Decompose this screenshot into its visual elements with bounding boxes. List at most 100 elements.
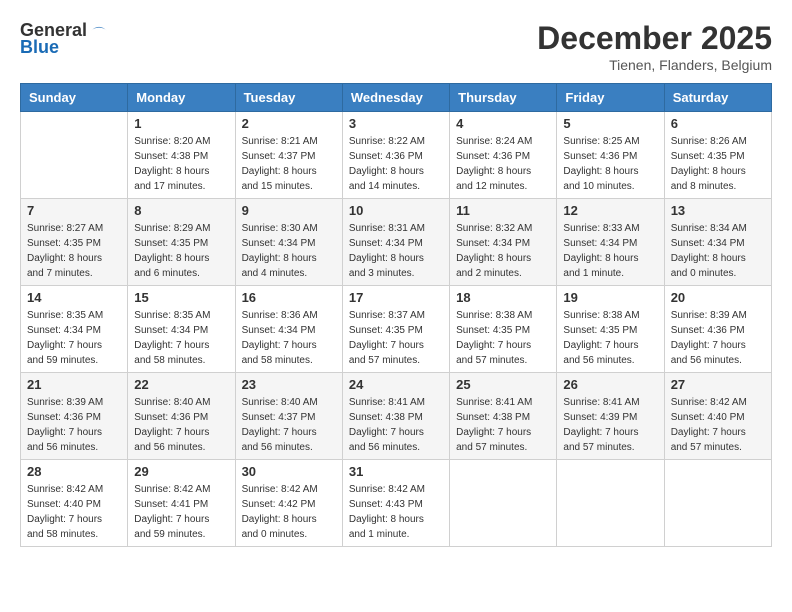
day-info: Sunrise: 8:27 AM Sunset: 4:35 PM Dayligh… bbox=[27, 221, 121, 281]
daylight-text: Daylight: 8 hours and 1 minute. bbox=[563, 253, 638, 279]
sunrise-text: Sunrise: 8:35 AM bbox=[134, 310, 210, 321]
sunrise-text: Sunrise: 8:30 AM bbox=[242, 223, 318, 234]
day-number: 22 bbox=[134, 377, 228, 392]
daylight-text: Daylight: 7 hours and 56 minutes. bbox=[563, 340, 638, 366]
calendar-week-5: 28 Sunrise: 8:42 AM Sunset: 4:40 PM Dayl… bbox=[21, 460, 772, 547]
day-number: 19 bbox=[563, 290, 657, 305]
sunrise-text: Sunrise: 8:39 AM bbox=[671, 310, 747, 321]
day-info: Sunrise: 8:35 AM Sunset: 4:34 PM Dayligh… bbox=[27, 308, 121, 368]
day-info: Sunrise: 8:34 AM Sunset: 4:34 PM Dayligh… bbox=[671, 221, 765, 281]
daylight-text: Daylight: 8 hours and 0 minutes. bbox=[242, 514, 317, 540]
sunset-text: Sunset: 4:36 PM bbox=[349, 151, 423, 162]
day-number: 16 bbox=[242, 290, 336, 305]
day-info: Sunrise: 8:21 AM Sunset: 4:37 PM Dayligh… bbox=[242, 134, 336, 194]
daylight-text: Daylight: 7 hours and 59 minutes. bbox=[134, 514, 209, 540]
day-number: 29 bbox=[134, 464, 228, 479]
sunrise-text: Sunrise: 8:41 AM bbox=[563, 397, 639, 408]
sunset-text: Sunset: 4:40 PM bbox=[671, 412, 745, 423]
day-number: 7 bbox=[27, 203, 121, 218]
sunrise-text: Sunrise: 8:35 AM bbox=[27, 310, 103, 321]
calendar-cell: 28 Sunrise: 8:42 AM Sunset: 4:40 PM Dayl… bbox=[21, 460, 128, 547]
sunrise-text: Sunrise: 8:42 AM bbox=[671, 397, 747, 408]
day-number: 18 bbox=[456, 290, 550, 305]
day-number: 2 bbox=[242, 116, 336, 131]
calendar-cell: 5 Sunrise: 8:25 AM Sunset: 4:36 PM Dayli… bbox=[557, 112, 664, 199]
calendar-week-2: 7 Sunrise: 8:27 AM Sunset: 4:35 PM Dayli… bbox=[21, 199, 772, 286]
sunrise-text: Sunrise: 8:21 AM bbox=[242, 136, 318, 147]
day-info: Sunrise: 8:30 AM Sunset: 4:34 PM Dayligh… bbox=[242, 221, 336, 281]
calendar-cell bbox=[450, 460, 557, 547]
sunset-text: Sunset: 4:34 PM bbox=[242, 238, 316, 249]
calendar-cell: 24 Sunrise: 8:41 AM Sunset: 4:38 PM Dayl… bbox=[342, 373, 449, 460]
page-header: General Blue December 2025 Tienen, Fland… bbox=[20, 20, 772, 73]
sunrise-text: Sunrise: 8:42 AM bbox=[134, 484, 210, 495]
day-number: 31 bbox=[349, 464, 443, 479]
col-monday: Monday bbox=[128, 84, 235, 112]
sunrise-text: Sunrise: 8:31 AM bbox=[349, 223, 425, 234]
daylight-text: Daylight: 7 hours and 56 minutes. bbox=[27, 427, 102, 453]
daylight-text: Daylight: 7 hours and 57 minutes. bbox=[349, 340, 424, 366]
calendar-cell bbox=[557, 460, 664, 547]
sunset-text: Sunset: 4:34 PM bbox=[27, 325, 101, 336]
sunset-text: Sunset: 4:38 PM bbox=[456, 412, 530, 423]
sunrise-text: Sunrise: 8:40 AM bbox=[242, 397, 318, 408]
calendar-cell: 26 Sunrise: 8:41 AM Sunset: 4:39 PM Dayl… bbox=[557, 373, 664, 460]
day-info: Sunrise: 8:39 AM Sunset: 4:36 PM Dayligh… bbox=[27, 395, 121, 455]
day-number: 23 bbox=[242, 377, 336, 392]
daylight-text: Daylight: 8 hours and 6 minutes. bbox=[134, 253, 209, 279]
daylight-text: Daylight: 7 hours and 56 minutes. bbox=[349, 427, 424, 453]
sunset-text: Sunset: 4:36 PM bbox=[134, 412, 208, 423]
day-info: Sunrise: 8:41 AM Sunset: 4:39 PM Dayligh… bbox=[563, 395, 657, 455]
calendar-cell bbox=[21, 112, 128, 199]
day-info: Sunrise: 8:39 AM Sunset: 4:36 PM Dayligh… bbox=[671, 308, 765, 368]
sunrise-text: Sunrise: 8:40 AM bbox=[134, 397, 210, 408]
sunset-text: Sunset: 4:40 PM bbox=[27, 499, 101, 510]
sunset-text: Sunset: 4:38 PM bbox=[134, 151, 208, 162]
sunrise-text: Sunrise: 8:25 AM bbox=[563, 136, 639, 147]
sunset-text: Sunset: 4:38 PM bbox=[349, 412, 423, 423]
daylight-text: Daylight: 7 hours and 57 minutes. bbox=[563, 427, 638, 453]
sunset-text: Sunset: 4:35 PM bbox=[671, 151, 745, 162]
day-info: Sunrise: 8:38 AM Sunset: 4:35 PM Dayligh… bbox=[456, 308, 550, 368]
day-info: Sunrise: 8:40 AM Sunset: 4:37 PM Dayligh… bbox=[242, 395, 336, 455]
sunrise-text: Sunrise: 8:42 AM bbox=[27, 484, 103, 495]
col-thursday: Thursday bbox=[450, 84, 557, 112]
day-info: Sunrise: 8:42 AM Sunset: 4:40 PM Dayligh… bbox=[27, 482, 121, 542]
sunset-text: Sunset: 4:34 PM bbox=[242, 325, 316, 336]
daylight-text: Daylight: 7 hours and 58 minutes. bbox=[242, 340, 317, 366]
daylight-text: Daylight: 7 hours and 57 minutes. bbox=[456, 427, 531, 453]
sunrise-text: Sunrise: 8:27 AM bbox=[27, 223, 103, 234]
day-info: Sunrise: 8:41 AM Sunset: 4:38 PM Dayligh… bbox=[456, 395, 550, 455]
calendar-cell: 31 Sunrise: 8:42 AM Sunset: 4:43 PM Dayl… bbox=[342, 460, 449, 547]
daylight-text: Daylight: 8 hours and 1 minute. bbox=[349, 514, 424, 540]
sunset-text: Sunset: 4:39 PM bbox=[563, 412, 637, 423]
day-info: Sunrise: 8:33 AM Sunset: 4:34 PM Dayligh… bbox=[563, 221, 657, 281]
day-number: 21 bbox=[27, 377, 121, 392]
daylight-text: Daylight: 8 hours and 0 minutes. bbox=[671, 253, 746, 279]
daylight-text: Daylight: 8 hours and 4 minutes. bbox=[242, 253, 317, 279]
daylight-text: Daylight: 8 hours and 3 minutes. bbox=[349, 253, 424, 279]
sunrise-text: Sunrise: 8:34 AM bbox=[671, 223, 747, 234]
sunset-text: Sunset: 4:37 PM bbox=[242, 412, 316, 423]
day-number: 20 bbox=[671, 290, 765, 305]
sunset-text: Sunset: 4:43 PM bbox=[349, 499, 423, 510]
sunrise-text: Sunrise: 8:24 AM bbox=[456, 136, 532, 147]
day-number: 28 bbox=[27, 464, 121, 479]
calendar-cell: 15 Sunrise: 8:35 AM Sunset: 4:34 PM Dayl… bbox=[128, 286, 235, 373]
sunrise-text: Sunrise: 8:42 AM bbox=[242, 484, 318, 495]
day-info: Sunrise: 8:40 AM Sunset: 4:36 PM Dayligh… bbox=[134, 395, 228, 455]
sunrise-text: Sunrise: 8:41 AM bbox=[456, 397, 532, 408]
sunrise-text: Sunrise: 8:20 AM bbox=[134, 136, 210, 147]
day-info: Sunrise: 8:26 AM Sunset: 4:35 PM Dayligh… bbox=[671, 134, 765, 194]
title-area: December 2025 Tienen, Flanders, Belgium bbox=[537, 20, 772, 73]
sunrise-text: Sunrise: 8:42 AM bbox=[349, 484, 425, 495]
sunset-text: Sunset: 4:35 PM bbox=[27, 238, 101, 249]
daylight-text: Daylight: 8 hours and 2 minutes. bbox=[456, 253, 531, 279]
daylight-text: Daylight: 7 hours and 56 minutes. bbox=[242, 427, 317, 453]
sunset-text: Sunset: 4:35 PM bbox=[134, 238, 208, 249]
daylight-text: Daylight: 7 hours and 57 minutes. bbox=[456, 340, 531, 366]
sunrise-text: Sunrise: 8:22 AM bbox=[349, 136, 425, 147]
day-number: 24 bbox=[349, 377, 443, 392]
col-sunday: Sunday bbox=[21, 84, 128, 112]
calendar-cell: 13 Sunrise: 8:34 AM Sunset: 4:34 PM Dayl… bbox=[664, 199, 771, 286]
